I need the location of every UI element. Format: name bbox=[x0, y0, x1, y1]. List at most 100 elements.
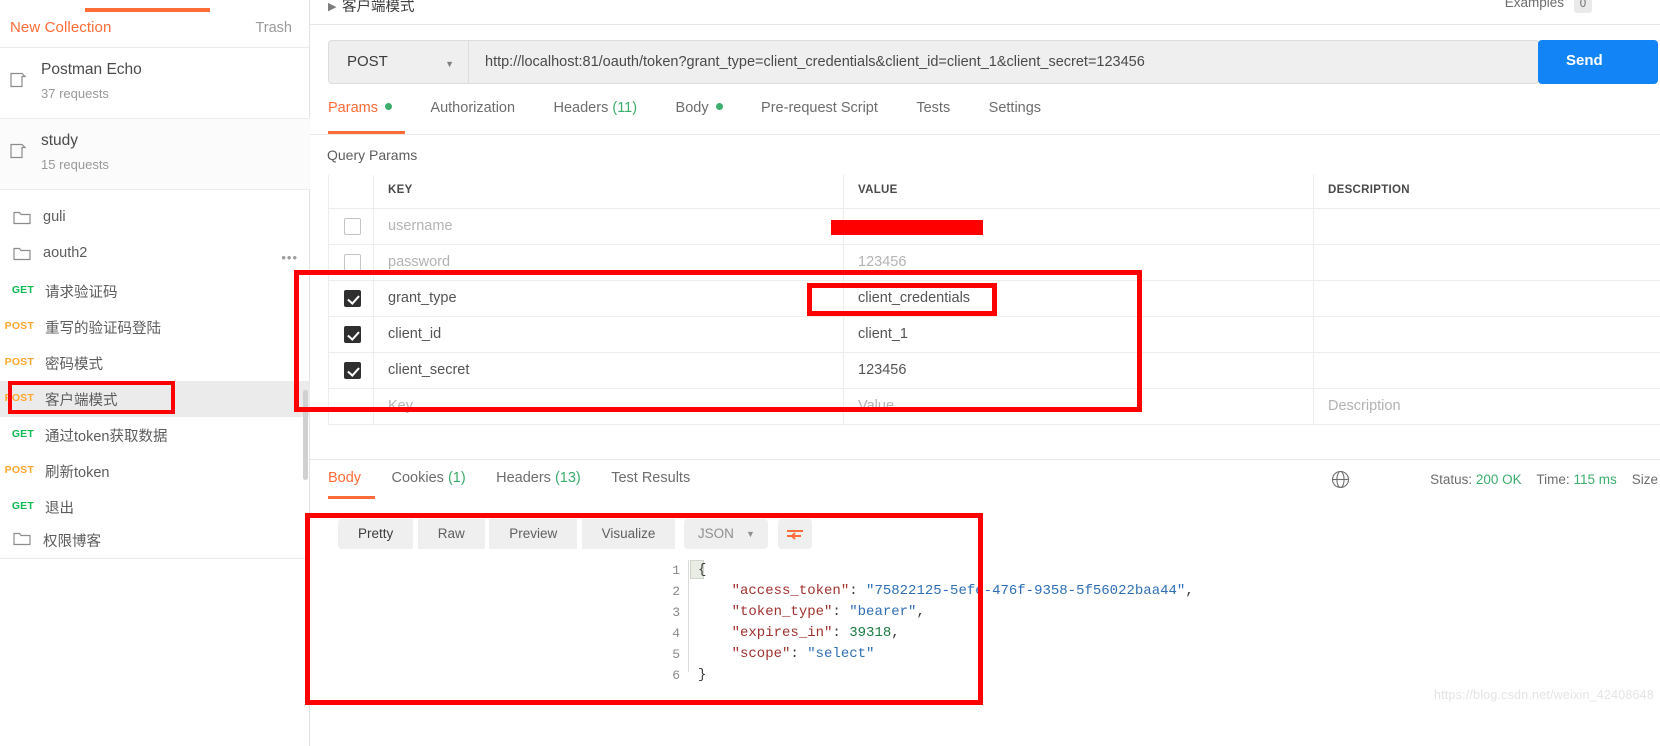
row-description-cell[interactable] bbox=[1313, 317, 1660, 352]
viewer-tab-preview[interactable]: Preview bbox=[489, 519, 578, 549]
row-checkbox-cell[interactable] bbox=[329, 245, 373, 280]
sidebar-request-5[interactable]: POST 刷新token bbox=[0, 453, 310, 489]
row-key-cell[interactable]: client_id bbox=[373, 317, 843, 352]
tab-body[interactable]: Body bbox=[676, 100, 723, 116]
row-checkbox-cell[interactable] bbox=[329, 353, 373, 388]
viewer-tab-pretty[interactable]: Pretty bbox=[338, 519, 414, 549]
response-tab-headers[interactable]: Headers (13) bbox=[496, 470, 581, 486]
response-format-select[interactable]: JSON ▼ bbox=[683, 519, 768, 549]
sidebar-request-selected-client-mode[interactable]: POST 客户端模式 bbox=[0, 381, 310, 417]
collection-title: study bbox=[41, 132, 79, 149]
row-value-value: client_1 bbox=[858, 326, 908, 342]
sidebar-request-6[interactable]: GET 退出 bbox=[0, 489, 310, 525]
sidebar-folder-guli[interactable]: guli bbox=[0, 201, 310, 237]
viewer-tab-raw[interactable]: Raw bbox=[417, 519, 485, 549]
row-key-cell[interactable]: grant_type bbox=[373, 281, 843, 316]
row-key-cell[interactable]: client_secret bbox=[373, 353, 843, 388]
sidebar-request-0[interactable]: GET 请求验证码 bbox=[0, 273, 310, 309]
collection-row-study[interactable]: study 15 requests bbox=[0, 119, 310, 190]
tab-pre-request-script-label: Pre-request Script bbox=[761, 100, 878, 116]
response-tab-cookies[interactable]: Cookies (1) bbox=[392, 470, 466, 486]
tab-settings[interactable]: Settings bbox=[989, 100, 1041, 116]
line-number: 2 bbox=[672, 584, 680, 599]
table-row-new-placeholder[interactable]: Key Value Description bbox=[328, 389, 1660, 425]
table-row-client-secret[interactable]: client_secret 123456 bbox=[328, 353, 1660, 389]
http-method-select[interactable]: POST ▼ bbox=[328, 40, 468, 84]
sidebar-divider-bottom bbox=[0, 558, 310, 559]
row-key-cell[interactable]: password bbox=[373, 245, 843, 280]
row-checkbox[interactable] bbox=[344, 218, 361, 235]
row-value-cell[interactable]: 123456 bbox=[843, 353, 1313, 388]
table-row-password[interactable]: password 123456 bbox=[328, 245, 1660, 281]
table-row-client-id[interactable]: client_id client_1 bbox=[328, 317, 1660, 353]
sidebar-request-4[interactable]: GET 通过token获取数据 bbox=[0, 417, 310, 453]
body-modified-dot-icon bbox=[715, 103, 723, 110]
code-segment: "access_token" bbox=[698, 583, 850, 599]
line-number: 3 bbox=[672, 605, 680, 620]
table-row-username[interactable]: username bbox=[328, 209, 1660, 245]
folder-label: aouth2 bbox=[43, 245, 88, 261]
row-value-cell[interactable] bbox=[843, 209, 1313, 244]
sidebar-folder-permission-blog[interactable]: 权限博客 bbox=[0, 522, 310, 558]
new-collection-button[interactable]: New Collection bbox=[10, 19, 111, 36]
row-checkbox-cell[interactable] bbox=[329, 209, 373, 244]
column-header-description: DESCRIPTION bbox=[1328, 184, 1410, 196]
row-checkbox[interactable] bbox=[344, 254, 361, 271]
trash-button[interactable]: Trash bbox=[255, 20, 292, 36]
row-value-cell[interactable]: client_1 bbox=[843, 317, 1313, 352]
globe-icon[interactable] bbox=[1331, 470, 1350, 489]
tab-tests[interactable]: Tests bbox=[916, 100, 950, 116]
sidebar-request-1[interactable]: POST 重写的验证码登陆 bbox=[0, 309, 310, 345]
row-key-cell[interactable]: username bbox=[373, 209, 843, 244]
folder-icon bbox=[13, 210, 31, 226]
row-checkbox[interactable] bbox=[344, 326, 361, 343]
tab-headers-count: (11) bbox=[612, 100, 638, 116]
row-value-cell[interactable]: 123456 bbox=[843, 245, 1313, 280]
viewer-tab-visualize[interactable]: Visualize bbox=[581, 519, 676, 549]
row-key-placeholder: Key bbox=[388, 398, 413, 414]
row-checkbox-cell[interactable] bbox=[329, 281, 373, 316]
row-checkbox[interactable] bbox=[344, 362, 361, 379]
sidebar-scrollbar[interactable] bbox=[303, 390, 308, 480]
column-header-value: VALUE bbox=[858, 184, 898, 196]
line-number: 1 bbox=[672, 563, 680, 578]
main-panel: ▶ 客户端模式 Examples 0 POST ▼ http://localho… bbox=[310, 0, 1660, 746]
row-description-cell[interactable] bbox=[1313, 353, 1660, 388]
sidebar-folder-aouth2[interactable]: aouth2 ••• bbox=[0, 237, 310, 273]
row-checkbox-cell[interactable] bbox=[329, 389, 373, 424]
line-number: 4 bbox=[672, 626, 680, 641]
row-description-cell[interactable] bbox=[1313, 281, 1660, 316]
response-tab-test-results[interactable]: Test Results bbox=[611, 470, 690, 486]
examples-label[interactable]: Examples bbox=[1505, 0, 1564, 10]
row-description-placeholder: Description bbox=[1328, 398, 1401, 414]
row-checkbox-cell[interactable] bbox=[329, 317, 373, 352]
tab-pre-request-script[interactable]: Pre-request Script bbox=[761, 100, 878, 116]
sidebar-request-2[interactable]: POST 密码模式 bbox=[0, 345, 310, 381]
word-wrap-toggle-icon[interactable] bbox=[778, 519, 813, 549]
request-name: 通过token获取数据 bbox=[45, 429, 168, 445]
collection-row-postman-echo[interactable]: Postman Echo 37 requests bbox=[0, 48, 310, 119]
row-description-cell[interactable]: Description bbox=[1313, 389, 1660, 424]
send-button[interactable]: Send bbox=[1538, 40, 1658, 84]
row-value-cell[interactable]: Value bbox=[843, 389, 1313, 424]
request-name: 退出 bbox=[45, 501, 74, 517]
tab-authorization[interactable]: Authorization bbox=[430, 100, 515, 116]
table-header-row: KEY VALUE DESCRIPTION bbox=[328, 175, 1660, 209]
table-row-grant-type[interactable]: grant_type client_credentials bbox=[328, 281, 1660, 317]
response-tab-body[interactable]: Body bbox=[328, 470, 361, 486]
row-description-cell[interactable] bbox=[1313, 245, 1660, 280]
tab-body-label: Body bbox=[675, 100, 709, 116]
url-input[interactable]: http://localhost:81/oauth/token?grant_ty… bbox=[468, 40, 1539, 84]
tab-params[interactable]: Params bbox=[328, 100, 392, 116]
tab-headers[interactable]: Headers (11) bbox=[554, 100, 638, 116]
row-checkbox[interactable] bbox=[344, 290, 361, 307]
collapse-chevron-icon[interactable]: ▶ bbox=[328, 0, 336, 13]
row-description-cell[interactable] bbox=[1313, 209, 1660, 244]
folder-more-options-icon[interactable]: ••• bbox=[281, 250, 298, 265]
code-segment: "select" bbox=[807, 646, 875, 662]
breadcrumb-request-name: 客户端模式 bbox=[342, 0, 415, 15]
row-key-cell[interactable]: Key bbox=[373, 389, 843, 424]
request-name: 客户端模式 bbox=[45, 393, 118, 409]
tabs-divider bbox=[310, 134, 1660, 135]
row-value-cell[interactable]: client_credentials bbox=[843, 281, 1313, 316]
